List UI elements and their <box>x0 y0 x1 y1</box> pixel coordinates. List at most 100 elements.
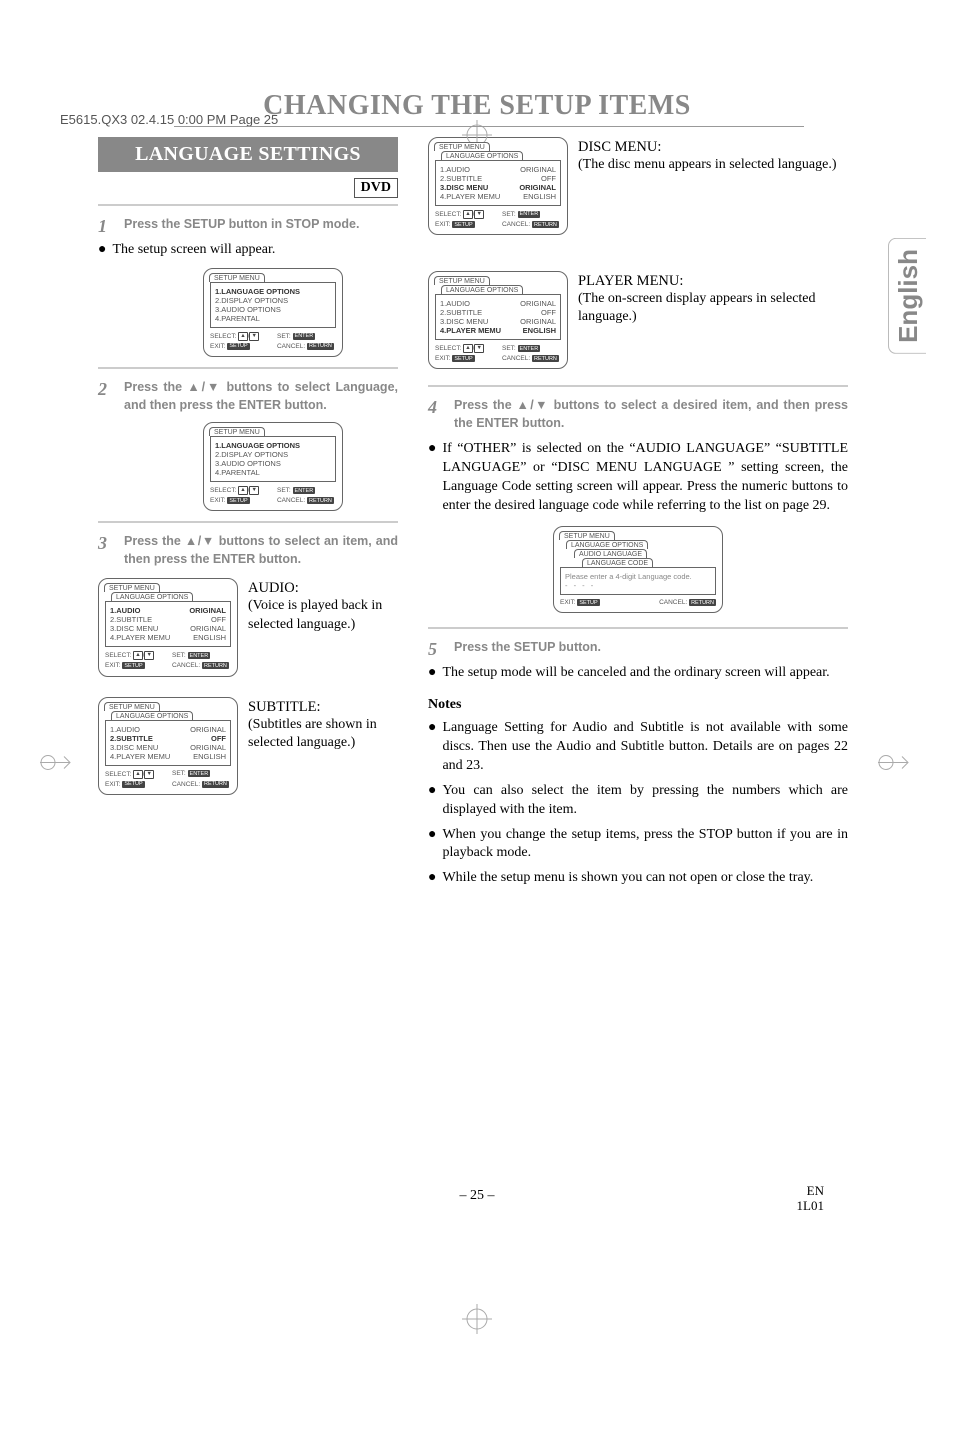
bullet-icon: ● <box>428 440 436 516</box>
menu-item: 1.AUDIO <box>440 299 470 308</box>
step-4: 4 Press the ▲/▼ buttons to select a desi… <box>428 397 848 432</box>
menu-item: 4.PARENTAL <box>215 314 260 323</box>
menu-tab: SETUP MENU <box>209 273 265 282</box>
subtitle-heading: SUBTITLE: <box>248 699 398 716</box>
footer-select: SELECT: ▲/▼ <box>435 210 486 219</box>
footer-select: SELECT: ▲/▼ <box>435 344 486 353</box>
footer-exit: EXIT: SETUP <box>105 781 156 788</box>
step-number: 4 <box>428 397 444 432</box>
menu-tab: SETUP MENU <box>559 531 615 540</box>
page-number: – 25 – <box>460 1188 495 1204</box>
setup-menu-player: SETUP MENU LANGUAGE OPTIONS 1.AUDIOORIGI… <box>428 271 568 369</box>
step-number: 5 <box>428 639 444 660</box>
step-5-note: ● The setup mode will be canceled and th… <box>428 664 848 683</box>
divider <box>428 385 848 387</box>
code-label-code: 1L01 <box>797 1198 824 1213</box>
footer-set: SET: ENTER <box>172 652 231 659</box>
menu-sub-tab: LANGUAGE CODE <box>582 558 653 567</box>
menu-item: 3.DISC MENU <box>440 317 488 326</box>
footer-exit: EXIT: SETUP <box>560 599 600 606</box>
section-heading: LANGUAGE SETTINGS <box>98 137 398 172</box>
step-text: Press the ▲/▼ buttons to select a desire… <box>454 397 848 432</box>
menu-value: OFF <box>541 308 556 317</box>
footer-set: SET: ENTER <box>277 333 336 340</box>
setup-menu-screenshot-1: SETUP MENU 1.LANGUAGE OPTIONS 2.DISPLAY … <box>203 268 343 357</box>
menu-item: 4.PLAYER MEMU <box>110 633 170 642</box>
footer-cancel: CANCEL: RETURN <box>277 343 336 350</box>
menu-value: ORIGINAL <box>190 725 226 734</box>
code-prompt: Please enter a 4-digit Language code. <box>565 572 711 581</box>
disc-heading: DISC MENU: <box>578 139 848 156</box>
footer-set: SET: ENTER <box>172 770 231 777</box>
footer-cancel: CANCEL: RETURN <box>502 355 561 362</box>
menu-item: 2.DISPLAY OPTIONS <box>215 296 288 305</box>
title-rule <box>174 126 804 127</box>
footer-exit: EXIT: SETUP <box>105 662 156 669</box>
menu-item: 3.AUDIO OPTIONS <box>215 459 281 468</box>
footer-cancel: CANCEL: RETURN <box>172 662 231 669</box>
menu-tab: SETUP MENU <box>104 583 160 592</box>
step-number: 1 <box>98 216 114 237</box>
step-1-note: ● The setup screen will appear. <box>98 241 398 260</box>
menu-value: ENGLISH <box>523 192 556 201</box>
notes-heading: Notes <box>428 697 848 713</box>
step-number: 3 <box>98 533 114 568</box>
menu-item: 3.DISC MENU <box>110 624 158 633</box>
code-placeholder: - - - - <box>565 581 711 590</box>
menu-item: 4.PLAYER MEMU <box>440 326 501 335</box>
menu-tab: SETUP MENU <box>434 276 490 285</box>
menu-value: OFF <box>211 615 226 624</box>
menu-item: 2.SUBTITLE <box>110 734 153 743</box>
menu-value: ORIGINAL <box>520 165 556 174</box>
setup-menu-screenshot-2: SETUP MENU 1.LANGUAGE OPTIONS 2.DISPLAY … <box>203 422 343 511</box>
code-label: EN 1L01 <box>797 1183 824 1214</box>
footer-exit: EXIT: SETUP <box>435 355 486 362</box>
menu-value: ENGLISH <box>193 752 226 761</box>
menu-item: 4.PLAYER MEMU <box>440 192 500 201</box>
menu-sub-tab: AUDIO LANGUAGE <box>574 549 647 558</box>
menu-item: 4.PARENTAL <box>215 468 260 477</box>
menu-value: ORIGINAL <box>190 743 226 752</box>
crop-arrow-left <box>40 752 76 777</box>
menu-value: ENGLISH <box>523 326 556 335</box>
menu-value: ORIGINAL <box>520 299 556 308</box>
footer-exit: EXIT: SETUP <box>210 343 261 350</box>
menu-item: 2.SUBTITLE <box>440 308 482 317</box>
menu-value: ENGLISH <box>193 633 226 642</box>
menu-sub-tab: LANGUAGE OPTIONS <box>441 151 523 160</box>
bullet-icon: ● <box>428 719 436 776</box>
dvd-badge: DVD <box>354 178 398 198</box>
step-5: 5 Press the SETUP button. <box>428 639 848 660</box>
disc-description: (The disc menu appears in selected langu… <box>578 156 848 174</box>
footer-select: SELECT: ▲/▼ <box>105 651 156 660</box>
menu-sub-tab: LANGUAGE OPTIONS <box>566 540 648 549</box>
footer-exit: EXIT: SETUP <box>435 221 486 228</box>
footer-select: SELECT: ▲/▼ <box>210 486 261 495</box>
menu-item: 2.SUBTITLE <box>110 615 152 624</box>
bullet-text: The setup screen will appear. <box>112 241 398 260</box>
footer-select: SELECT: ▲/▼ <box>210 332 261 341</box>
print-header: E5615.QX3 02.4.15 0:00 PM Page 25 <box>60 112 278 127</box>
step-3: 3 Press the ▲/▼ buttons to select an ite… <box>98 533 398 568</box>
player-description: (The on-screen display appears in select… <box>578 290 848 326</box>
step-text: Press the ▲/▼ buttons to select an item,… <box>124 533 398 568</box>
menu-item: 1.LANGUAGE OPTIONS <box>215 287 300 296</box>
menu-item: 2.DISPLAY OPTIONS <box>215 450 288 459</box>
menu-value: ORIGINAL <box>190 624 226 633</box>
menu-item: 2.SUBTITLE <box>440 174 482 183</box>
menu-item: 1.AUDIO <box>110 606 140 615</box>
menu-item: 1.AUDIO <box>440 165 470 174</box>
bullet-icon: ● <box>428 664 436 683</box>
language-tab: English <box>888 238 926 354</box>
setup-menu-audio: SETUP MENU LANGUAGE OPTIONS 1.AUDIO ORIGI… <box>98 578 238 676</box>
menu-tab: SETUP MENU <box>209 427 265 436</box>
menu-sub-tab: LANGUAGE OPTIONS <box>111 592 193 601</box>
language-code-screenshot: SETUP MENU LANGUAGE OPTIONS AUDIO LANGUA… <box>553 526 723 613</box>
footer-set: SET: ENTER <box>502 211 561 218</box>
audio-description: (Voice is played back in selected langua… <box>248 597 398 633</box>
bullet-icon: ● <box>428 826 436 864</box>
menu-value: ORIGINAL <box>189 606 226 615</box>
menu-value: OFF <box>211 734 226 743</box>
footer-exit: EXIT: SETUP <box>210 497 261 504</box>
menu-tab: SETUP MENU <box>434 142 490 151</box>
